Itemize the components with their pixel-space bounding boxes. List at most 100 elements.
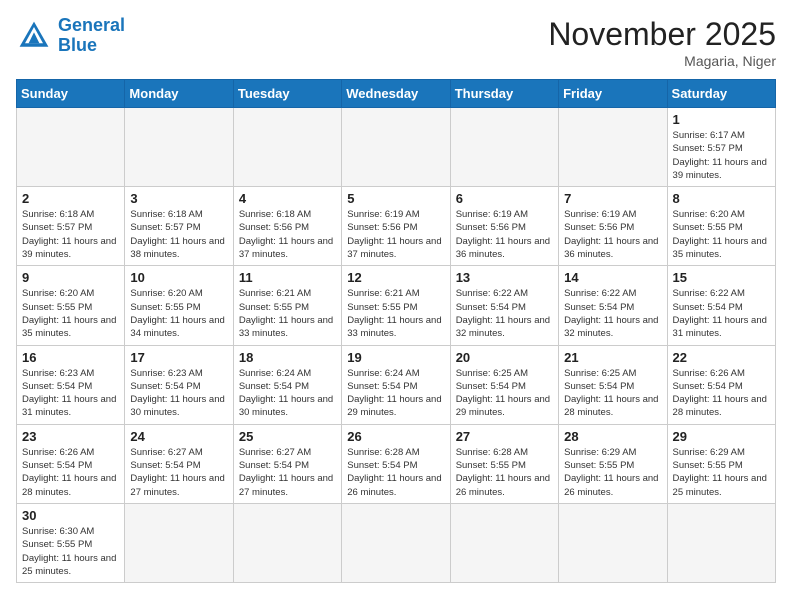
calendar-cell: 9 Sunrise: 6:20 AM Sunset: 5:55 PM Daylig… [17,266,125,345]
calendar-week-row: 2 Sunrise: 6:18 AM Sunset: 5:57 PM Daylig… [17,187,776,266]
day-number: 9 [22,270,119,285]
calendar-cell [559,108,667,187]
cell-sun-info: Sunrise: 6:18 AM Sunset: 5:57 PM Dayligh… [22,208,119,261]
calendar-cell: 2 Sunrise: 6:18 AM Sunset: 5:57 PM Daylig… [17,187,125,266]
cell-sun-info: Sunrise: 6:28 AM Sunset: 5:55 PM Dayligh… [456,446,553,499]
calendar-week-row: 16Sunrise: 6:23 AM Sunset: 5:54 PM Dayli… [17,345,776,424]
cell-sun-info: Sunrise: 6:28 AM Sunset: 5:54 PM Dayligh… [347,446,444,499]
calendar-week-row: 1 Sunrise: 6:17 AM Sunset: 5:57 PM Daylig… [17,108,776,187]
calendar-cell: 24 Sunrise: 6:27 AM Sunset: 5:54 PM Dayli… [125,424,233,503]
calendar-cell [450,108,558,187]
day-number: 21 [564,350,661,365]
calendar-cell [233,503,341,582]
cell-sun-info: Sunrise: 6:29 AM Sunset: 5:55 PM Dayligh… [564,446,661,499]
calendar-cell: 20Sunrise: 6:25 AM Sunset: 5:54 PM Dayli… [450,345,558,424]
calendar-header-thursday: Thursday [450,80,558,108]
calendar-cell: 1 Sunrise: 6:17 AM Sunset: 5:57 PM Daylig… [667,108,775,187]
day-number: 7 [564,191,661,206]
cell-sun-info: Sunrise: 6:19 AM Sunset: 5:56 PM Dayligh… [564,208,661,261]
calendar-header-friday: Friday [559,80,667,108]
calendar-cell: 8 Sunrise: 6:20 AM Sunset: 5:55 PM Daylig… [667,187,775,266]
calendar-cell: 14 Sunrise: 6:22 AM Sunset: 5:54 PM Dayli… [559,266,667,345]
cell-sun-info: Sunrise: 6:27 AM Sunset: 5:54 PM Dayligh… [239,446,336,499]
day-number: 8 [673,191,770,206]
day-number: 12 [347,270,444,285]
cell-sun-info: Sunrise: 6:24 AM Sunset: 5:54 PM Dayligh… [239,367,336,420]
location: Magaria, Niger [548,53,776,69]
day-number: 30 [22,508,119,523]
calendar-cell: 26 Sunrise: 6:28 AM Sunset: 5:54 PM Dayli… [342,424,450,503]
logo-icon [16,18,52,54]
day-number: 26 [347,429,444,444]
calendar-cell: 17Sunrise: 6:23 AM Sunset: 5:54 PM Dayli… [125,345,233,424]
day-number: 27 [456,429,553,444]
cell-sun-info: Sunrise: 6:22 AM Sunset: 5:54 PM Dayligh… [564,287,661,340]
calendar-cell: 15Sunrise: 6:22 AM Sunset: 5:54 PM Dayli… [667,266,775,345]
logo-general: General [58,15,125,35]
cell-sun-info: Sunrise: 6:20 AM Sunset: 5:55 PM Dayligh… [673,208,770,261]
cell-sun-info: Sunrise: 6:24 AM Sunset: 5:54 PM Dayligh… [347,367,444,420]
cell-sun-info: Sunrise: 6:18 AM Sunset: 5:56 PM Dayligh… [239,208,336,261]
calendar-cell [125,108,233,187]
calendar-header-wednesday: Wednesday [342,80,450,108]
calendar-cell [233,108,341,187]
calendar-cell: 18 Sunrise: 6:24 AM Sunset: 5:54 PM Dayli… [233,345,341,424]
day-number: 18 [239,350,336,365]
calendar-cell: 4Sunrise: 6:18 AM Sunset: 5:56 PM Daylig… [233,187,341,266]
day-number: 1 [673,112,770,127]
month-title: November 2025 [548,16,776,53]
calendar-header-saturday: Saturday [667,80,775,108]
calendar-cell [450,503,558,582]
calendar-cell [17,108,125,187]
day-number: 28 [564,429,661,444]
day-number: 3 [130,191,227,206]
calendar-cell: 22Sunrise: 6:26 AM Sunset: 5:54 PM Dayli… [667,345,775,424]
calendar-cell: 7 Sunrise: 6:19 AM Sunset: 5:56 PM Daylig… [559,187,667,266]
cell-sun-info: Sunrise: 6:18 AM Sunset: 5:57 PM Dayligh… [130,208,227,261]
calendar-cell: 13Sunrise: 6:22 AM Sunset: 5:54 PM Dayli… [450,266,558,345]
calendar-week-row: 23Sunrise: 6:26 AM Sunset: 5:54 PM Dayli… [17,424,776,503]
calendar-cell [342,108,450,187]
calendar-cell: 27 Sunrise: 6:28 AM Sunset: 5:55 PM Dayli… [450,424,558,503]
day-number: 2 [22,191,119,206]
calendar-cell [559,503,667,582]
day-number: 14 [564,270,661,285]
cell-sun-info: Sunrise: 6:19 AM Sunset: 5:56 PM Dayligh… [456,208,553,261]
calendar-header-row: SundayMondayTuesdayWednesdayThursdayFrid… [17,80,776,108]
day-number: 17 [130,350,227,365]
cell-sun-info: Sunrise: 6:21 AM Sunset: 5:55 PM Dayligh… [239,287,336,340]
day-number: 5 [347,191,444,206]
day-number: 19 [347,350,444,365]
cell-sun-info: Sunrise: 6:22 AM Sunset: 5:54 PM Dayligh… [456,287,553,340]
calendar-week-row: 9 Sunrise: 6:20 AM Sunset: 5:55 PM Daylig… [17,266,776,345]
day-number: 20 [456,350,553,365]
calendar-cell [342,503,450,582]
calendar-cell: 10Sunrise: 6:20 AM Sunset: 5:55 PM Dayli… [125,266,233,345]
calendar-cell: 19 Sunrise: 6:24 AM Sunset: 5:54 PM Dayli… [342,345,450,424]
cell-sun-info: Sunrise: 6:20 AM Sunset: 5:55 PM Dayligh… [130,287,227,340]
cell-sun-info: Sunrise: 6:27 AM Sunset: 5:54 PM Dayligh… [130,446,227,499]
day-number: 29 [673,429,770,444]
day-number: 22 [673,350,770,365]
calendar-cell: 11 Sunrise: 6:21 AM Sunset: 5:55 PM Dayli… [233,266,341,345]
calendar-week-row: 30 Sunrise: 6:30 AM Sunset: 5:55 PM Dayli… [17,503,776,582]
cell-sun-info: Sunrise: 6:20 AM Sunset: 5:55 PM Dayligh… [22,287,119,340]
cell-sun-info: Sunrise: 6:26 AM Sunset: 5:54 PM Dayligh… [22,446,119,499]
calendar-cell: 28 Sunrise: 6:29 AM Sunset: 5:55 PM Dayli… [559,424,667,503]
calendar-header-monday: Monday [125,80,233,108]
calendar-cell: 29Sunrise: 6:29 AM Sunset: 5:55 PM Dayli… [667,424,775,503]
calendar-cell [667,503,775,582]
calendar-cell: 21Sunrise: 6:25 AM Sunset: 5:54 PM Dayli… [559,345,667,424]
calendar-cell: 6Sunrise: 6:19 AM Sunset: 5:56 PM Daylig… [450,187,558,266]
cell-sun-info: Sunrise: 6:19 AM Sunset: 5:56 PM Dayligh… [347,208,444,261]
day-number: 24 [130,429,227,444]
cell-sun-info: Sunrise: 6:22 AM Sunset: 5:54 PM Dayligh… [673,287,770,340]
cell-sun-info: Sunrise: 6:30 AM Sunset: 5:55 PM Dayligh… [22,525,119,578]
cell-sun-info: Sunrise: 6:23 AM Sunset: 5:54 PM Dayligh… [22,367,119,420]
calendar-cell: 5 Sunrise: 6:19 AM Sunset: 5:56 PM Daylig… [342,187,450,266]
day-number: 11 [239,270,336,285]
calendar-cell: 23Sunrise: 6:26 AM Sunset: 5:54 PM Dayli… [17,424,125,503]
calendar-cell: 16Sunrise: 6:23 AM Sunset: 5:54 PM Dayli… [17,345,125,424]
cell-sun-info: Sunrise: 6:17 AM Sunset: 5:57 PM Dayligh… [673,129,770,182]
calendar-cell: 3 Sunrise: 6:18 AM Sunset: 5:57 PM Daylig… [125,187,233,266]
